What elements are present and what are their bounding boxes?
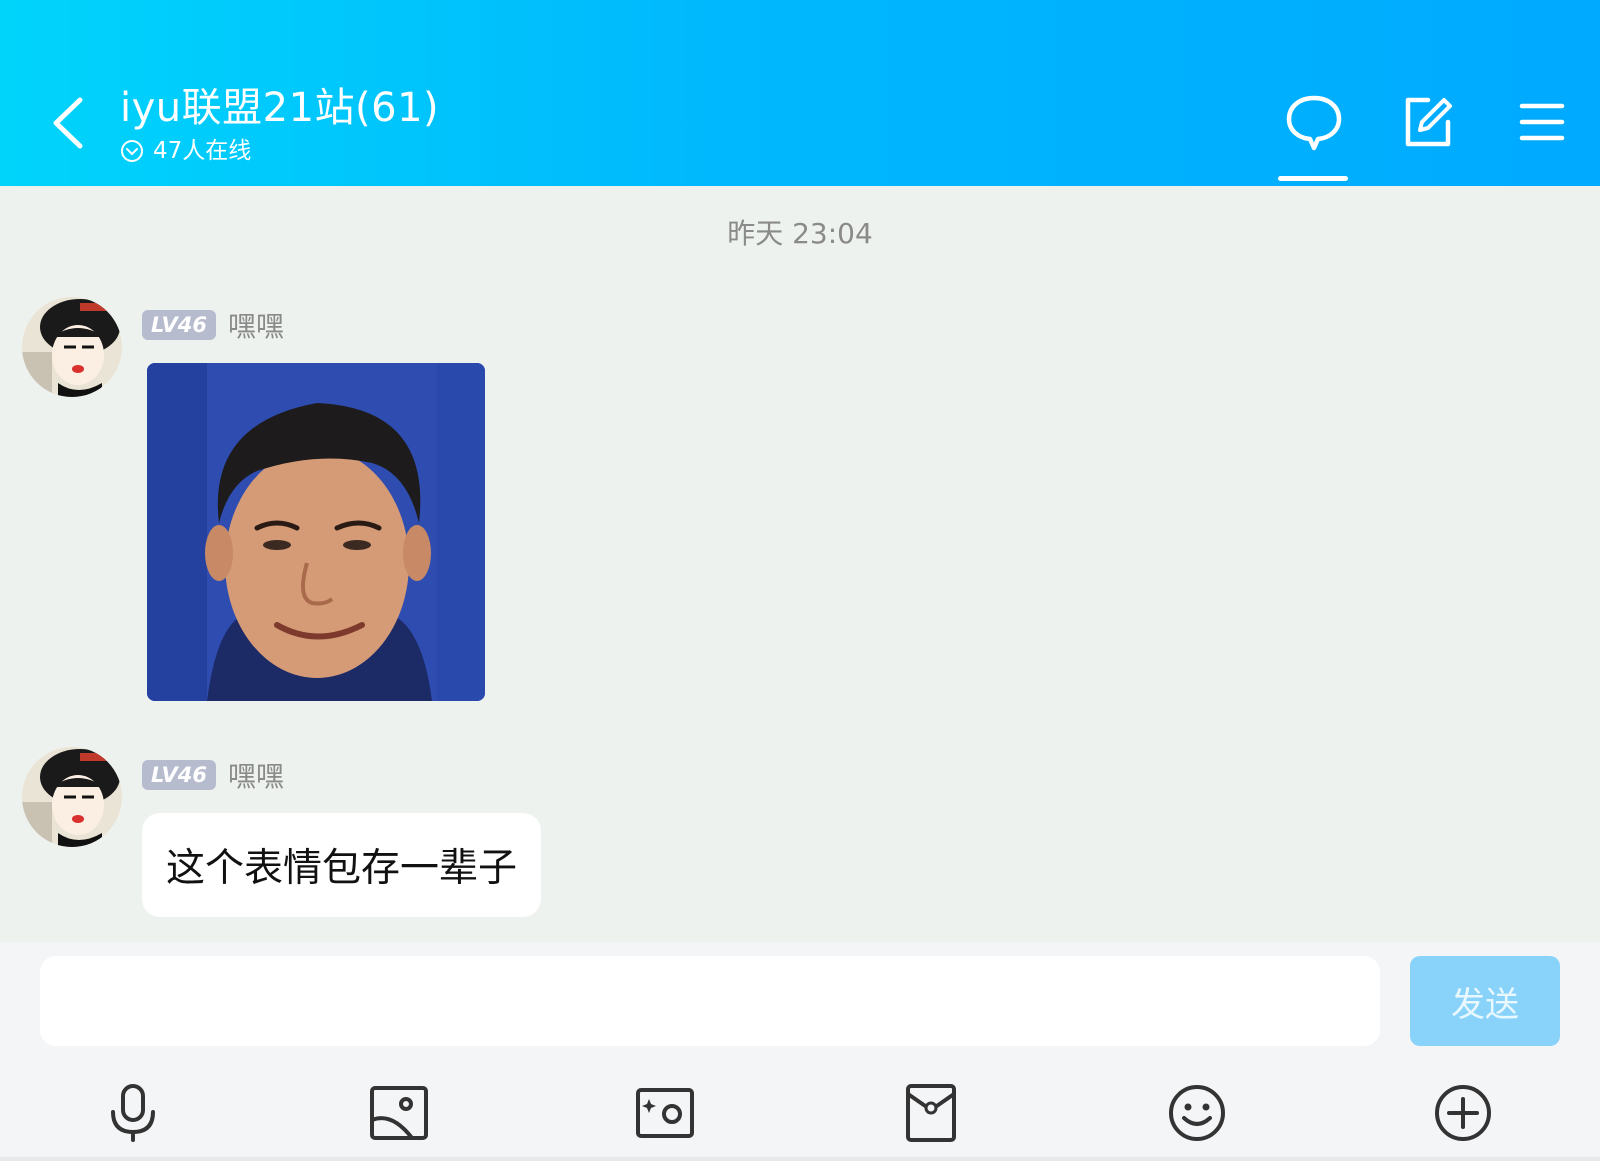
avatar[interactable] bbox=[22, 297, 122, 397]
chat-bubble-icon bbox=[1286, 95, 1342, 151]
sender-info: LV46 嘿嘿 bbox=[142, 755, 284, 795]
message-list[interactable]: 昨天 23:04 LV46 嘿嘿 LV46 嘿嘿 这个表情包存一辈子 bbox=[0, 186, 1600, 942]
sender-nickname[interactable]: 嘿嘿 bbox=[228, 305, 284, 345]
microphone-icon bbox=[111, 1084, 155, 1142]
online-status[interactable]: 47人在线 bbox=[120, 135, 251, 167]
album-button[interactable] bbox=[368, 1082, 430, 1144]
chat-screen: iyu联盟21站(61) 47人在线 昨天 23:04 LV46 嘿嘿 LV46… bbox=[0, 0, 1600, 1161]
edit-icon bbox=[1405, 97, 1452, 147]
online-count: 47人在线 bbox=[153, 138, 252, 164]
text-message-bubble[interactable]: 这个表情包存一辈子 bbox=[142, 813, 542, 917]
image-message[interactable] bbox=[147, 363, 485, 701]
bottom-divider bbox=[0, 1157, 1600, 1161]
chat-header: iyu联盟21站(61) 47人在线 bbox=[0, 0, 1600, 186]
post-button[interactable] bbox=[1398, 92, 1458, 152]
chevron-down-circle-icon bbox=[121, 140, 143, 162]
send-button[interactable]: 发送 bbox=[1410, 956, 1560, 1046]
message-input[interactable] bbox=[40, 956, 1380, 1046]
menu-button[interactable] bbox=[1512, 92, 1572, 152]
input-bar: 发送 bbox=[0, 942, 1600, 1161]
cartoon-avatar-image bbox=[22, 747, 122, 847]
active-tab-indicator bbox=[1278, 176, 1348, 181]
red-packet-icon bbox=[906, 1084, 956, 1142]
sender-info: LV46 嘿嘿 bbox=[142, 305, 284, 345]
level-badge: LV46 bbox=[142, 760, 216, 790]
image-icon bbox=[370, 1086, 428, 1140]
hamburger-menu-icon bbox=[1519, 103, 1565, 141]
cartoon-avatar-image bbox=[22, 297, 122, 397]
plus-icon bbox=[1435, 1085, 1491, 1141]
emoji-button[interactable] bbox=[1166, 1082, 1228, 1144]
emoji-icon bbox=[1169, 1085, 1225, 1141]
back-button[interactable] bbox=[44, 92, 96, 154]
camera-button[interactable] bbox=[634, 1082, 696, 1144]
camera-icon bbox=[636, 1088, 694, 1138]
chat-tab-button[interactable] bbox=[1284, 92, 1344, 152]
portrait-photo bbox=[147, 363, 485, 701]
chevron-left-icon bbox=[53, 97, 83, 149]
more-button[interactable] bbox=[1432, 1082, 1494, 1144]
message-timestamp: 昨天 23:04 bbox=[727, 217, 873, 250]
red-packet-button[interactable] bbox=[900, 1082, 962, 1144]
sender-nickname[interactable]: 嘿嘿 bbox=[228, 755, 284, 795]
voice-button[interactable] bbox=[102, 1082, 164, 1144]
group-title[interactable]: iyu联盟21站(61) bbox=[120, 84, 439, 132]
level-badge: LV46 bbox=[142, 310, 216, 340]
avatar[interactable] bbox=[22, 747, 122, 847]
